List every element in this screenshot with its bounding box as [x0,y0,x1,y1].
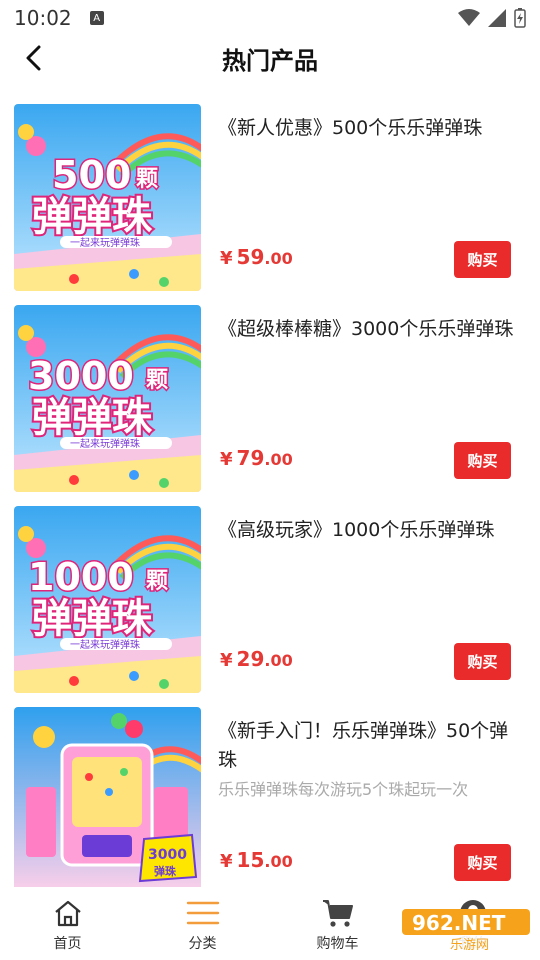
status-time: 10:02 [14,6,72,30]
price-cents: .00 [264,450,293,469]
product-name[interactable]: 《新手入门！乐乐弹弹珠》50个弹珠 [218,717,518,775]
product-name[interactable]: 《新人优惠》500个乐乐弹弹珠 [218,114,518,143]
product-image[interactable]: 3000 弹珠 [14,707,201,894]
thumb-sub-text: 一起来玩弹弹珠 [70,236,140,249]
product-item[interactable]: 3000 颗 弹弹珠 一起来玩弹弹珠 《超级棒棒糖》3000个乐乐弹弹珠 ¥ 7… [0,301,540,502]
product-image[interactable]: 500 颗 弹弹珠 一起来玩弹弹珠 [14,104,201,291]
product-list: 500 颗 弹弹珠 一起来玩弹弹珠 《新人优惠》500个乐乐弹弹珠 ¥ 59 .… [0,100,540,904]
price-cents: .00 [264,249,293,268]
thumb-badge-number: 3000 [148,847,187,863]
thumb-unit-text: 颗 [146,368,168,393]
tab-category[interactable]: 分类 [135,887,270,960]
notification-icon: A [89,11,104,25]
product-description: 乐乐弹弹珠每次游玩5个珠起玩一次 [218,780,469,799]
thumb-count-text: 3000 [28,354,134,398]
status-icons [458,8,526,28]
tab-label: 分类 [188,936,217,952]
svg-text:962.NET: 962.NET [412,911,506,935]
thumb-main-text: 弹弹珠 [32,596,153,642]
tab-home[interactable]: 首页 [0,887,135,960]
product-price: ¥ 15 .00 [220,848,293,872]
thumb-sub-text: 一起来玩弹弹珠 [70,437,140,450]
thumb-unit-text: 颗 [146,569,168,594]
home-icon [51,897,85,929]
currency-symbol: ¥ [220,449,233,470]
buy-button[interactable]: 购买 [454,241,511,278]
signal-icon [488,9,506,27]
product-price: ¥ 59 .00 [220,245,293,269]
product-item[interactable]: 500 颗 弹弹珠 一起来玩弹弹珠 《新人优惠》500个乐乐弹弹珠 ¥ 59 .… [0,100,540,301]
currency-symbol: ¥ [220,851,233,872]
price-integer: 59 [236,245,265,269]
status-bar: 10:02 A [0,0,540,36]
battery-icon [514,8,526,28]
thumb-sub-text: 一起来玩弹弹珠 [70,638,140,651]
cart-icon [321,897,355,929]
price-cents: .00 [264,651,293,670]
thumb-main-text: 弹弹珠 [32,194,153,240]
tab-label: 首页 [53,936,82,952]
svg-text:乐游网: 乐游网 [450,938,489,953]
product-item[interactable]: 1000 颗 弹弹珠 一起来玩弹弹珠 《高级玩家》1000个乐乐弹弹珠 ¥ 29… [0,502,540,703]
product-price: ¥ 79 .00 [220,446,293,470]
thumb-badge-text: 弹珠 [154,864,177,878]
list-icon [186,897,220,929]
thumb-count-text: 500 [52,153,131,197]
product-price: ¥ 29 .00 [220,647,293,671]
thumb-unit-text: 颗 [136,167,158,192]
buy-button[interactable]: 购买 [454,442,511,479]
thumb-main-text: 弹弹珠 [32,395,153,441]
price-integer: 79 [236,446,265,470]
currency-symbol: ¥ [220,248,233,269]
price-integer: 29 [236,647,265,671]
product-item[interactable]: 3000 弹珠 《新手入门！乐乐弹弹珠》50个弹珠 乐乐弹弹珠每次游玩5个珠起玩… [0,703,540,904]
tab-label: 购物车 [316,936,359,952]
tab-cart[interactable]: 购物车 [270,887,405,960]
page-title: 热门产品 [222,47,318,75]
product-name[interactable]: 《超级棒棒糖》3000个乐乐弹弹珠 [218,315,518,344]
product-image[interactable]: 3000 颗 弹弹珠 一起来玩弹弹珠 [14,305,201,492]
currency-symbol: ¥ [220,650,233,671]
buy-button[interactable]: 购买 [454,844,511,881]
thumb-count-text: 1000 [28,555,134,599]
buy-button[interactable]: 购买 [454,643,511,680]
watermark-logo: 962.NET 乐游网 [402,905,532,955]
product-image[interactable]: 1000 颗 弹弹珠 一起来玩弹弹珠 [14,506,201,693]
price-cents: .00 [264,852,293,871]
price-integer: 15 [236,848,265,872]
wifi-icon [458,9,480,26]
navigation-bar: 热门产品 [0,36,540,80]
product-name[interactable]: 《高级玩家》1000个乐乐弹弹珠 [218,516,518,545]
